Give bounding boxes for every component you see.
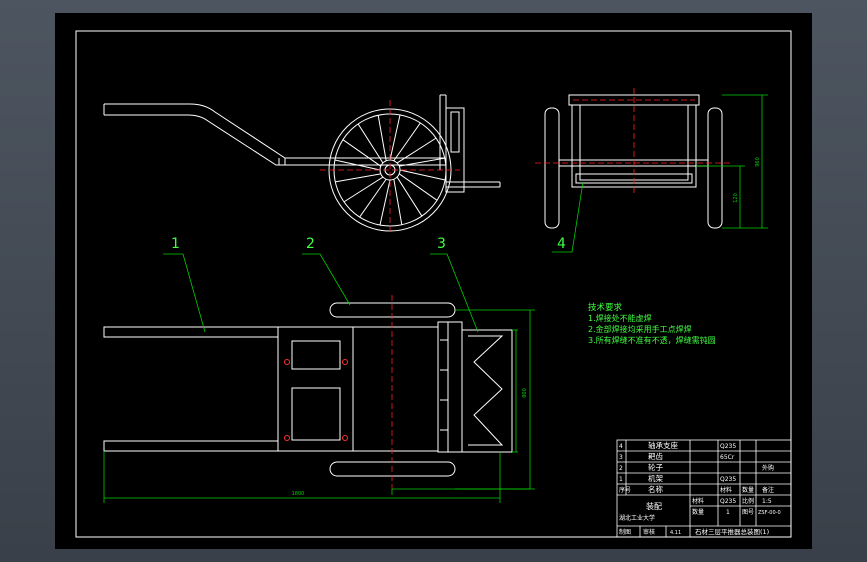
tb-qty-value: 1 xyxy=(726,509,730,516)
bom-cell-note: 外购 xyxy=(762,464,774,472)
bom-cell-no: 1 xyxy=(619,476,623,483)
bom-cell-name: 机架 xyxy=(648,473,663,483)
tb-date-value: 4.11 xyxy=(670,530,681,536)
bom-cell-name: 轮子 xyxy=(648,462,663,472)
dim-text-side-height: 960 xyxy=(755,157,761,167)
tb-drawing-no-value: ZSF-00-0 xyxy=(758,510,781,516)
bom-cell-material: 材料 xyxy=(720,486,732,494)
callout-1: 1 xyxy=(171,236,180,252)
tb-checker-label: 审核 xyxy=(643,528,655,536)
dim-text-length: 1800 xyxy=(292,491,305,497)
tb-footer-left: 湖北工业大学 xyxy=(619,514,655,522)
tech-note-3: 3.所有焊缝不准有不透，焊缝需钝圆 xyxy=(588,335,716,345)
bom-cell-name: 轴承支座 xyxy=(648,440,678,450)
bom-cell-note: 备注 xyxy=(762,486,774,494)
bom-cell-name: 耙齿 xyxy=(648,452,663,461)
bom-cell-no: 4 xyxy=(619,443,623,450)
cad-drawing: 1 2 3 4 1800 800 960 120 技术要求 1.焊接处不能虚焊 … xyxy=(55,13,812,549)
tb-drawing-no-label: 图号 xyxy=(742,509,754,516)
tb-material-value: Q235 xyxy=(720,498,736,505)
bom-cell-no: 2 xyxy=(619,465,623,472)
dim-text-frame-height: 800 xyxy=(522,388,528,398)
tech-note-1: 1.焊接处不能虚焊 xyxy=(588,313,652,323)
tb-scale-value: 1:5 xyxy=(762,498,772,505)
tech-notes-title: 技术要求 xyxy=(588,302,623,313)
bom-cell-qty: 数量 xyxy=(742,486,754,494)
callout-4: 4 xyxy=(557,236,566,252)
bom-cell-name: 名称 xyxy=(648,484,663,494)
tb-qty-label: 数量 xyxy=(692,508,704,516)
tb-designer-label: 制图 xyxy=(619,528,631,536)
dim-text-wheel-offset: 120 xyxy=(733,193,739,203)
bom-cell-no: 序号 xyxy=(619,486,631,494)
callout-2: 2 xyxy=(306,236,315,252)
bom-cell-material: 65Cr xyxy=(720,454,735,461)
bom-cell-no: 3 xyxy=(619,454,623,461)
tb-footer-title: 石材三层平推器总装图(1) xyxy=(695,527,769,536)
bom-cell-material: Q235 xyxy=(720,476,736,483)
tb-assembly-label: 装配 xyxy=(646,501,662,511)
tech-note-2: 2.金部焊接均采用手工点焊焊 xyxy=(588,324,692,334)
drawing-sheet xyxy=(55,13,812,549)
callout-3: 3 xyxy=(437,236,446,252)
tb-scale-label: 比例 xyxy=(742,497,754,505)
tb-material-label: 材料 xyxy=(692,497,704,505)
cad-viewport[interactable]: 1 2 3 4 1800 800 960 120 技术要求 1.焊接处不能虚焊 … xyxy=(0,0,867,562)
bom-cell-material: Q235 xyxy=(720,443,736,450)
